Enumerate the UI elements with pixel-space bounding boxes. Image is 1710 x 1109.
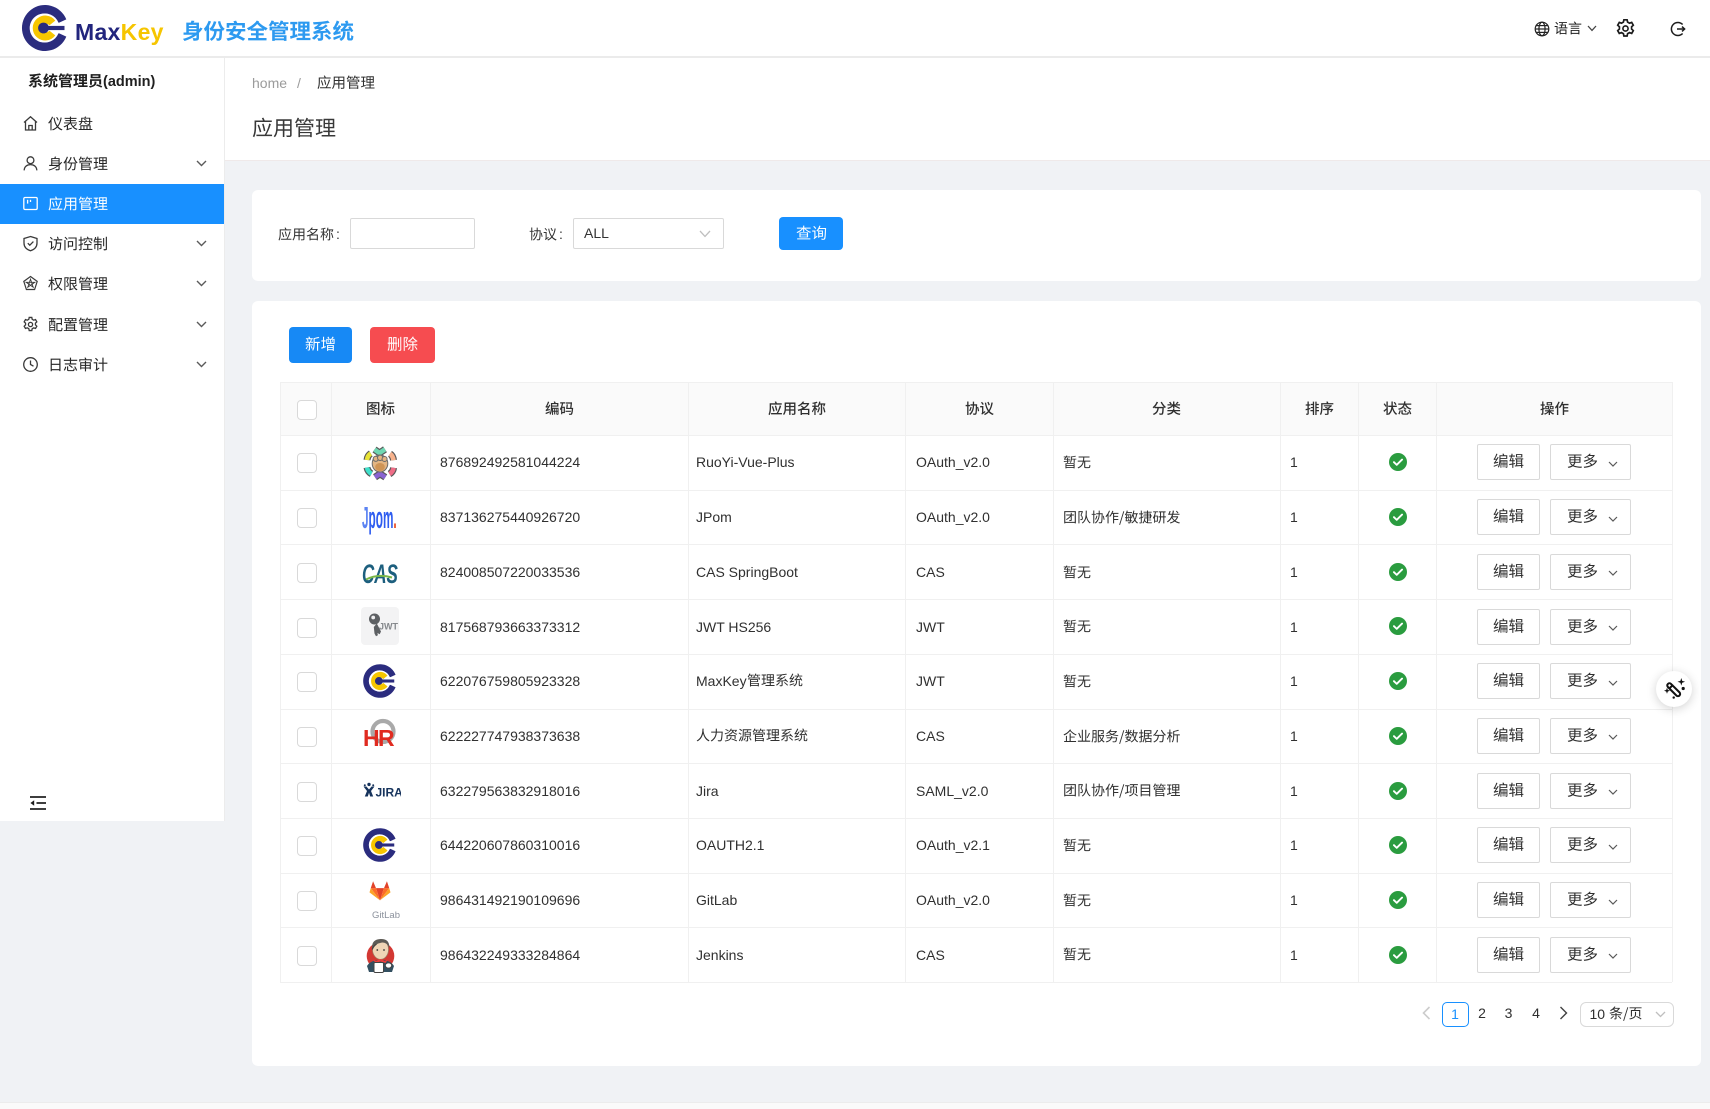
svg-text:R: R: [378, 725, 395, 751]
svg-text:JIRA: JIRA: [376, 785, 402, 799]
svg-text:GitLab: GitLab: [372, 910, 400, 921]
svg-text:Jpom.: Jpom.: [362, 500, 397, 534]
svg-text:JWT: JWT: [379, 622, 399, 632]
svg-text:CAS: CAS: [362, 559, 398, 589]
